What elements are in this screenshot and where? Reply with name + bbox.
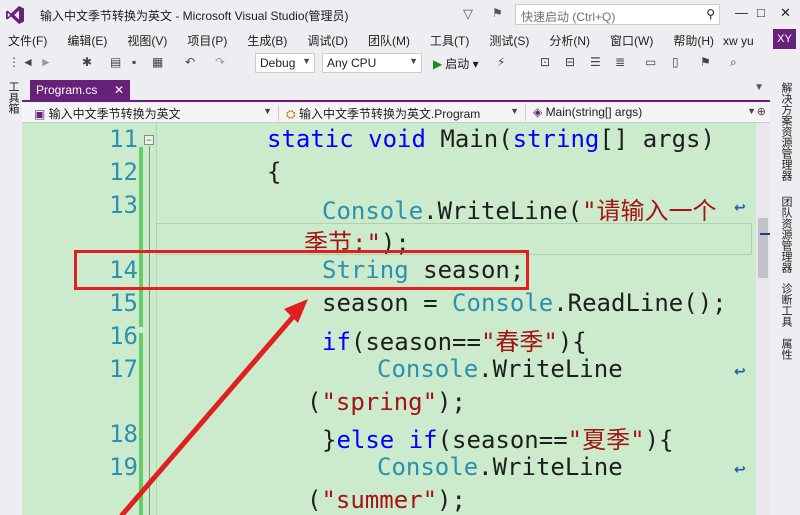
member-nav-select[interactable]: ◈ Main(string[] args) ▼ <box>529 104 759 122</box>
menu-team[interactable]: 团队(M) <box>368 32 410 49</box>
properties-tab[interactable]: 属性 <box>778 338 794 360</box>
bookmark-icon[interactable]: ⚑ <box>700 55 711 69</box>
menu-bar: 文件(F) 编辑(E) 视图(V) 项目(P) 生成(B) 调试(D) 团队(M… <box>0 30 800 50</box>
maximize-button[interactable]: □ <box>757 5 765 20</box>
find-icon[interactable]: ⌕ <box>730 55 737 70</box>
chevron-down-icon: ▼ <box>409 56 418 66</box>
window-title: 输入中文季节转换为英文 - Microsoft Visual Studio(管理… <box>40 8 349 23</box>
split-view-icon[interactable]: ⊕ <box>757 105 766 118</box>
chevron-down-icon: ▼ <box>510 106 519 116</box>
class-icon: ⛭ <box>286 107 299 121</box>
nav-divider <box>525 105 526 121</box>
project-nav-select[interactable]: ▣ 输入中文季节转换为英文 ▼ <box>30 104 275 122</box>
menu-file[interactable]: 文件(F) <box>8 32 47 49</box>
new-project-icon[interactable]: ✱ <box>82 55 92 69</box>
save-all-icon[interactable]: ▦ <box>152 55 163 69</box>
forward-icon[interactable]: ► <box>40 55 52 69</box>
csharp-project-icon: ▣ <box>34 107 49 121</box>
type-nav-select[interactable]: ⛭ 输入中文季节转换为英文.Program ▼ <box>282 104 522 122</box>
menu-debug[interactable]: 调试(D) <box>307 32 348 49</box>
platform-value: Any CPU <box>327 56 377 70</box>
quick-launch-input[interactable]: 快速启动 (Ctrl+Q) ⚲ <box>515 4 720 25</box>
menu-project[interactable]: 项目(P) <box>187 32 227 49</box>
close-icon[interactable]: ✕ <box>114 83 124 97</box>
menu-tools[interactable]: 工具(T) <box>430 32 469 49</box>
member-nav-value: Main(string[] args) <box>545 105 643 119</box>
toolbox-tab[interactable]: 工具箱 <box>5 81 21 114</box>
project-nav-value: 输入中文季节转换为英文 <box>48 107 181 121</box>
right-tool-strip: 解决方案资源管理器 团队资源管理器 诊断工具 属性 <box>770 78 800 515</box>
document-tab-bar: Program.cs ✕ ▼ <box>22 78 770 102</box>
uncomment-icon[interactable]: ▯ <box>672 55 679 69</box>
menu-analyze[interactable]: 分析(N) <box>549 32 590 49</box>
avatar[interactable]: XY <box>773 29 796 49</box>
breakpoint-icon[interactable]: ⊡ <box>540 55 550 69</box>
chevron-down-icon: ▼ <box>747 106 756 116</box>
visual-studio-logo-icon <box>0 0 30 30</box>
tab-program-cs[interactable]: Program.cs ✕ <box>30 80 130 102</box>
close-window-button[interactable]: ✕ <box>780 5 791 21</box>
menu-build[interactable]: 生成(B) <box>247 32 287 49</box>
method-icon: ◈ <box>533 105 546 119</box>
format-icon[interactable]: ☰ <box>590 55 601 69</box>
tab-overflow-icon[interactable]: ▼ <box>754 82 764 93</box>
start-label: 启动 <box>445 57 470 71</box>
user-name[interactable]: xw yu <box>723 34 754 48</box>
minimize-button[interactable]: — <box>735 5 748 20</box>
indent-icon[interactable]: ≣ <box>615 55 625 69</box>
quick-launch-placeholder: 快速启动 (Ctrl+Q) <box>521 10 616 24</box>
solution-config-select[interactable]: Debug ▼ <box>255 53 315 73</box>
code-editor[interactable]: − 11 12 13 14 15 16 17 18 19 static void… <box>22 123 770 515</box>
toolbar-grip-icon: ⋮ <box>8 55 20 69</box>
menu-edit[interactable]: 编辑(E) <box>67 32 107 49</box>
chevron-down-icon: ▼ <box>302 56 311 66</box>
attach-icon[interactable]: ⚡ <box>497 55 505 69</box>
menu-view[interactable]: 视图(V) <box>127 32 167 49</box>
open-folder-icon[interactable]: ▤ <box>110 55 121 69</box>
platform-select[interactable]: Any CPU ▼ <box>322 53 422 73</box>
notification-flag-icon[interactable]: ⚑ <box>492 6 503 20</box>
solution-explorer-tab[interactable]: 解决方案资源管理器 <box>778 82 794 181</box>
step-icon[interactable]: ⊟ <box>565 55 575 69</box>
solution-config-value: Debug <box>260 56 296 70</box>
menu-test[interactable]: 测试(S) <box>489 32 529 49</box>
redo-icon[interactable]: ↷ <box>215 55 225 69</box>
search-icon[interactable]: ⚲ <box>706 7 715 21</box>
chevron-down-icon: ▼ <box>263 106 272 116</box>
save-icon[interactable]: ▪ <box>132 55 136 69</box>
team-explorer-tab[interactable]: 团队资源管理器 <box>778 196 794 273</box>
filter-icon[interactable]: ▽ <box>463 6 473 22</box>
annotation-arrow <box>119 299 308 515</box>
start-button[interactable]: ▶ 启动 ▾ <box>433 55 479 72</box>
nav-divider <box>278 105 279 121</box>
play-icon: ▶ <box>433 57 443 71</box>
undo-icon[interactable]: ↶ <box>185 55 195 69</box>
navigation-bar: ▣ 输入中文季节转换为英文 ▼ ⛭ 输入中文季节转换为英文.Program ▼ … <box>22 103 770 123</box>
diagnostics-tab[interactable]: 诊断工具 <box>778 283 794 327</box>
back-icon[interactable]: ◄ <box>22 55 34 69</box>
menu-window[interactable]: 窗口(W) <box>610 32 653 49</box>
type-nav-value: 输入中文季节转换为英文.Program <box>298 107 481 121</box>
left-tool-strip: 工具箱 <box>0 78 22 515</box>
comment-icon[interactable]: ▭ <box>645 55 656 69</box>
menu-help[interactable]: 帮助(H) <box>673 32 714 49</box>
tab-label: Program.cs <box>36 83 98 97</box>
